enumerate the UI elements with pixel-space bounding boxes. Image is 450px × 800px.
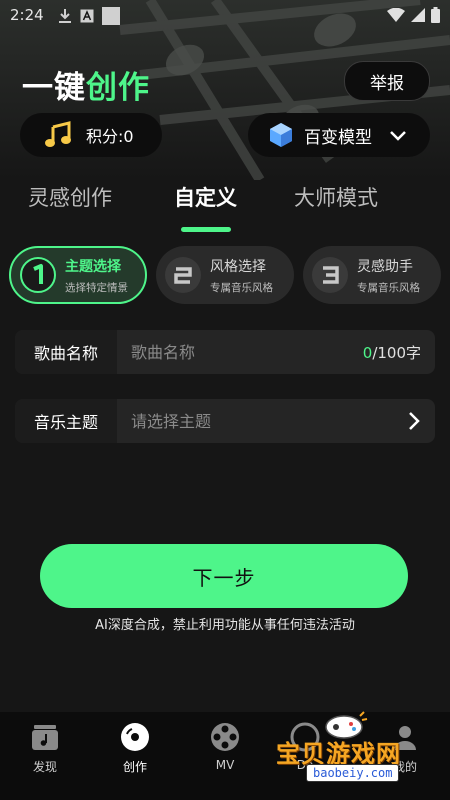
download-icon — [59, 9, 71, 23]
chevron-down-icon — [390, 131, 406, 141]
app-logo: 一键创作 — [22, 62, 150, 107]
music-theme-row[interactable]: 音乐主题 — [15, 399, 435, 443]
nav-discover[interactable]: 发现 — [10, 722, 80, 775]
status-bar: 2:24 — [0, 0, 450, 32]
music-theme-select[interactable] — [117, 399, 405, 443]
music-folder-icon — [32, 725, 58, 750]
next-step-button[interactable]: 下一步 — [40, 544, 408, 608]
signal-icon — [411, 8, 425, 22]
cube-icon — [270, 123, 292, 147]
points-pill[interactable]: 积分:0 — [20, 113, 162, 157]
report-label: 举报 — [370, 73, 404, 94]
nav-create[interactable]: 创作 — [100, 722, 170, 775]
status-time: 2:24 — [10, 6, 44, 24]
battery-icon — [431, 7, 440, 23]
model-label: 百变模型 — [304, 127, 372, 148]
disc-icon — [121, 723, 149, 751]
ai-disclaimer: AI深度合成，禁止利用功能从事任何违法活动 — [95, 618, 355, 633]
watermark-url: baobeiy.com — [306, 764, 400, 782]
points-label: 积分:0 — [86, 127, 134, 146]
music-note-icon — [45, 121, 71, 147]
chevron-right-icon — [409, 412, 420, 430]
tab-master-mode[interactable]: 大师模式 — [294, 182, 378, 212]
nav-label-create: 创作 — [122, 760, 147, 774]
nav-label-discover: 发现 — [32, 760, 57, 774]
number-2-icon — [174, 267, 192, 284]
step-3-title: 灵感助手 — [357, 258, 413, 275]
film-reel-icon — [211, 723, 239, 751]
step-3-badge — [312, 257, 348, 293]
step-2-title: 风格选择 — [210, 258, 266, 275]
song-name-label: 歌曲名称 — [15, 330, 117, 374]
character-counter: 0/100字 — [363, 342, 421, 363]
active-tab-indicator — [181, 227, 231, 232]
wifi-icon — [387, 8, 405, 22]
number-3-icon — [323, 266, 339, 284]
model-selector[interactable]: 百变模型 — [248, 113, 430, 157]
character-count-limit: /100字 — [372, 343, 421, 362]
number-1-icon — [33, 264, 43, 284]
step-2-subtitle: 专属音乐风格 — [210, 281, 273, 294]
font-a-icon — [80, 9, 94, 23]
logo-text-part1: 一键 — [22, 70, 86, 106]
step-1-subtitle: 选择特定情景 — [65, 281, 128, 294]
step-theme-selection[interactable]: 主题选择 选择特定情景 — [9, 246, 147, 304]
music-theme-label: 音乐主题 — [15, 399, 117, 443]
step-2-badge — [165, 257, 201, 293]
step-1-title: 主题选择 — [65, 258, 121, 275]
song-name-row: 歌曲名称 0/100字 — [15, 330, 435, 374]
step-3-subtitle: 专属音乐风格 — [357, 281, 420, 294]
character-count-current: 0 — [362, 343, 373, 362]
step-style-selection[interactable]: 风格选择 专属音乐风格 — [156, 246, 294, 304]
site-watermark: 宝贝游戏网 baobeiy.com — [270, 708, 450, 800]
tab-inspiration[interactable]: 灵感创作 — [28, 182, 112, 212]
song-name-input[interactable] — [117, 330, 363, 374]
logo-text-part2: 创作 — [86, 70, 150, 106]
report-button[interactable]: 举报 — [344, 61, 430, 101]
notification-square-icon — [102, 7, 120, 25]
tab-custom[interactable]: 自定义 — [174, 182, 237, 212]
step-inspiration-assistant[interactable]: 灵感助手 专属音乐风格 — [303, 246, 441, 304]
nav-label-mv: MV — [215, 758, 235, 772]
nav-mv[interactable]: MV — [190, 722, 260, 772]
mode-tabs: 灵感创作 自定义 大师模式 — [0, 182, 450, 234]
step-1-badge — [20, 257, 56, 293]
